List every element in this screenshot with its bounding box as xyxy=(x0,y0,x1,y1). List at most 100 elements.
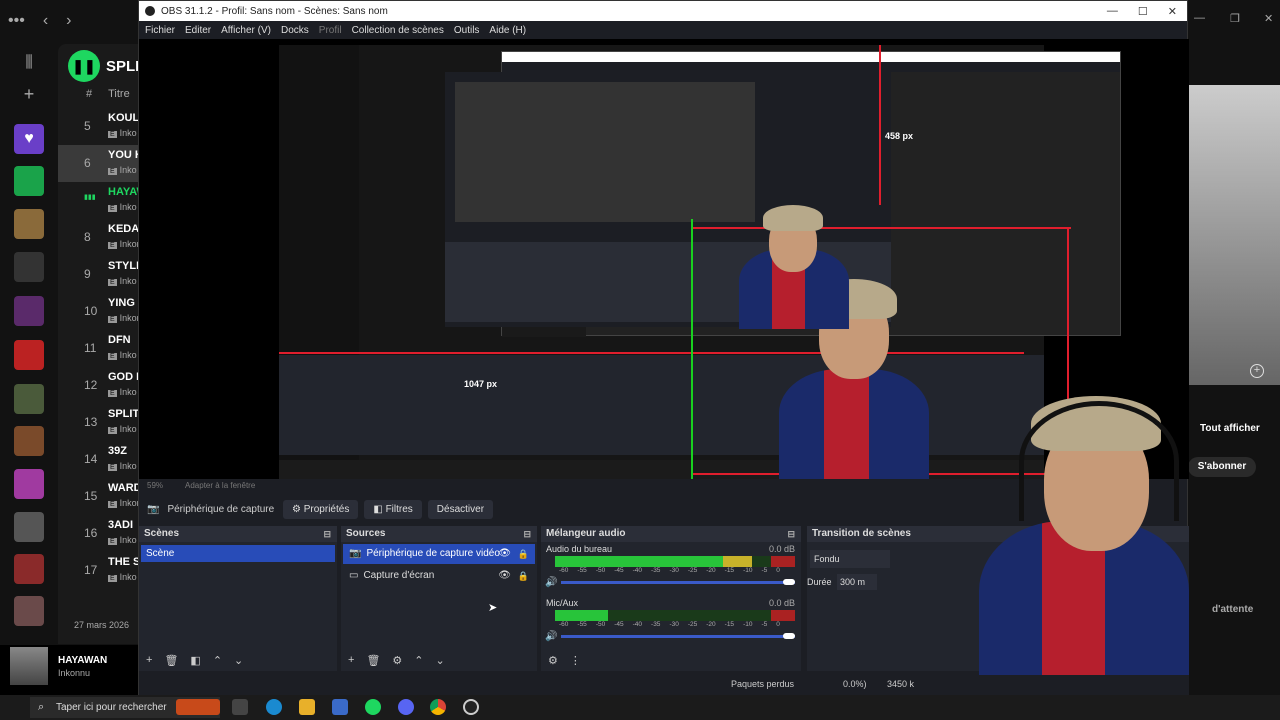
obs-taskbar-icon[interactable] xyxy=(463,699,479,715)
filters-button[interactable]: ◧ Filtres xyxy=(364,499,422,519)
library-icon[interactable]: ⫼ xyxy=(14,54,44,84)
volume-slider[interactable]: 🔊 xyxy=(545,630,795,642)
playlist-cover[interactable] xyxy=(14,384,44,414)
transition-select[interactable]: Fondu xyxy=(810,550,890,568)
preview-canvas[interactable]: 458 px 1047 px xyxy=(139,39,1189,479)
move-up-icon[interactable]: ⌃ xyxy=(414,654,423,667)
playlist-cover[interactable] xyxy=(14,209,44,239)
speaker-icon[interactable]: 🔊 xyxy=(545,577,557,588)
menu-view[interactable]: Afficher (V) xyxy=(221,25,271,36)
saved-episodes-icon[interactable] xyxy=(14,166,44,196)
menu-profile[interactable]: Profil xyxy=(319,25,342,36)
mixer-menu-icon[interactable]: ⋮ xyxy=(570,654,581,667)
task-view-icon[interactable] xyxy=(232,699,248,715)
show-all-link[interactable]: Tout afficher xyxy=(1200,423,1260,434)
menu-docks[interactable]: Docks xyxy=(281,25,309,36)
properties-button[interactable]: ⚙ Propriétés xyxy=(283,499,359,519)
track-row[interactable]: 11 DFN E Inko xyxy=(58,330,140,367)
edge-icon[interactable] xyxy=(266,699,282,715)
track-row[interactable]: 5 KOULO EInko xyxy=(58,108,140,145)
source-item-screen-capture[interactable]: ▭ Capture d'écran 👁 🔒 xyxy=(343,566,535,586)
remove-source-icon[interactable]: 🗑 xyxy=(366,654,380,667)
chrome-icon[interactable] xyxy=(430,699,446,715)
remove-scene-icon[interactable]: 🗑 xyxy=(164,654,178,667)
move-up-icon[interactable]: ⌃ xyxy=(213,654,222,667)
maximize-button[interactable]: ☐ xyxy=(1138,5,1148,18)
slider-track[interactable] xyxy=(561,580,795,584)
back-arrow-icon[interactable]: ‹ xyxy=(43,12,48,30)
slider-track[interactable] xyxy=(561,634,795,638)
slider-handle[interactable] xyxy=(783,633,795,639)
move-down-icon[interactable]: ⌄ xyxy=(436,654,445,667)
playlist-cover[interactable] xyxy=(14,596,44,626)
playlist-cover[interactable] xyxy=(14,340,44,370)
playlist-cover[interactable] xyxy=(14,512,44,542)
dock-float-icon[interactable]: ⊟ xyxy=(523,526,531,542)
subscribe-button[interactable]: S'abonner xyxy=(1188,457,1256,477)
playlist-cover[interactable] xyxy=(14,554,44,584)
liked-songs-icon[interactable]: ♥ xyxy=(14,124,44,154)
menu-tools[interactable]: Outils xyxy=(454,25,480,36)
track-row[interactable]: 6 YOU K E Inko xyxy=(58,145,140,182)
zoom-level[interactable]: 59% xyxy=(147,481,163,490)
fit-to-window[interactable]: Adapter à la fenêtre xyxy=(185,481,255,490)
now-playing-cover[interactable] xyxy=(10,647,48,685)
dock-float-icon[interactable]: ⊟ xyxy=(323,526,331,542)
search-highlight-image[interactable] xyxy=(176,699,220,715)
playlist-cover[interactable] xyxy=(14,426,44,456)
restore-icon[interactable]: ❐ xyxy=(1230,12,1240,25)
visibility-eye-icon[interactable]: 👁 xyxy=(498,544,511,564)
duration-input[interactable]: 300 m xyxy=(837,574,877,590)
forward-arrow-icon[interactable]: › xyxy=(66,12,71,30)
pause-button[interactable]: ❚❚ xyxy=(68,50,100,82)
playlist-cover[interactable] xyxy=(14,252,44,282)
track-row[interactable]: 16 3ADI E Inko xyxy=(58,515,140,552)
visibility-eye-icon[interactable]: 👁 xyxy=(498,566,511,586)
add-scene-icon[interactable]: + xyxy=(146,654,152,666)
dock-float-icon[interactable]: ⊟ xyxy=(787,526,795,542)
close-icon[interactable]: ✕ xyxy=(1264,12,1273,25)
meter-scale: -60 -55 -50 -45 -40 -35 -30 -25 -20 -15 -10 -5 0 xyxy=(559,621,801,628)
playlist-cover[interactable] xyxy=(14,469,44,499)
now-playing-title[interactable]: HAYAWAN xyxy=(58,655,107,666)
store-icon[interactable] xyxy=(332,699,348,715)
track-row[interactable]: 17 THE SA EInko xyxy=(58,552,140,589)
source-item-video-capture[interactable]: 📷 Périphérique de capture vidéo 👁 🔒 xyxy=(343,544,535,564)
advanced-audio-icon[interactable]: ⚙ xyxy=(548,654,558,667)
close-button[interactable]: ✕ xyxy=(1168,5,1177,18)
track-row[interactable]: ▮▮▮ HAYAW EInko xyxy=(58,182,140,219)
track-artist: E Inko xyxy=(108,350,137,360)
track-row[interactable]: 15 WARD EInkonn xyxy=(58,478,140,515)
deactivate-button[interactable]: Désactiver xyxy=(427,499,494,519)
add-icon[interactable]: + xyxy=(14,84,44,114)
track-row[interactable]: 9 STYLE E Inko xyxy=(58,256,140,293)
menu-scene-collection[interactable]: Collection de scènes xyxy=(352,25,444,36)
more-icon[interactable]: ••• xyxy=(8,12,25,30)
discord-icon[interactable] xyxy=(398,699,414,715)
menu-file[interactable]: Fichier xyxy=(145,25,175,36)
volume-slider[interactable]: 🔊 xyxy=(545,576,795,588)
track-row[interactable]: 13 SPLIT E Inko xyxy=(58,404,140,441)
filter-scene-icon[interactable]: ◧ xyxy=(190,654,200,667)
speaker-icon[interactable]: 🔊 xyxy=(545,631,557,642)
track-row[interactable]: 14 39Z E Inko xyxy=(58,441,140,478)
track-row[interactable]: 10 YING Y EInkonn xyxy=(58,293,140,330)
minimize-icon[interactable]: — xyxy=(1194,12,1205,24)
move-down-icon[interactable]: ⌄ xyxy=(234,654,243,667)
menu-help[interactable]: Aide (H) xyxy=(489,25,526,36)
lock-icon[interactable]: 🔒 xyxy=(518,566,529,586)
track-row[interactable]: 8 KEDA EInkonnu xyxy=(58,219,140,256)
file-explorer-icon[interactable] xyxy=(299,699,315,715)
minimize-button[interactable]: — xyxy=(1107,5,1118,18)
lock-icon[interactable]: 🔒 xyxy=(518,544,529,564)
now-playing-artist[interactable]: Inkonnu xyxy=(58,668,90,678)
slider-handle[interactable] xyxy=(783,579,795,585)
add-source-icon[interactable]: + xyxy=(348,654,354,666)
spotify-icon[interactable] xyxy=(365,699,381,715)
add-circle-icon[interactable]: + xyxy=(1250,364,1264,378)
scene-item[interactable]: Scène xyxy=(141,545,335,562)
playlist-cover[interactable] xyxy=(14,296,44,326)
track-row[interactable]: 12 GOD D EInko xyxy=(58,367,140,404)
menu-edit[interactable]: Editer xyxy=(185,25,211,36)
source-settings-icon[interactable]: ⚙ xyxy=(392,654,402,667)
